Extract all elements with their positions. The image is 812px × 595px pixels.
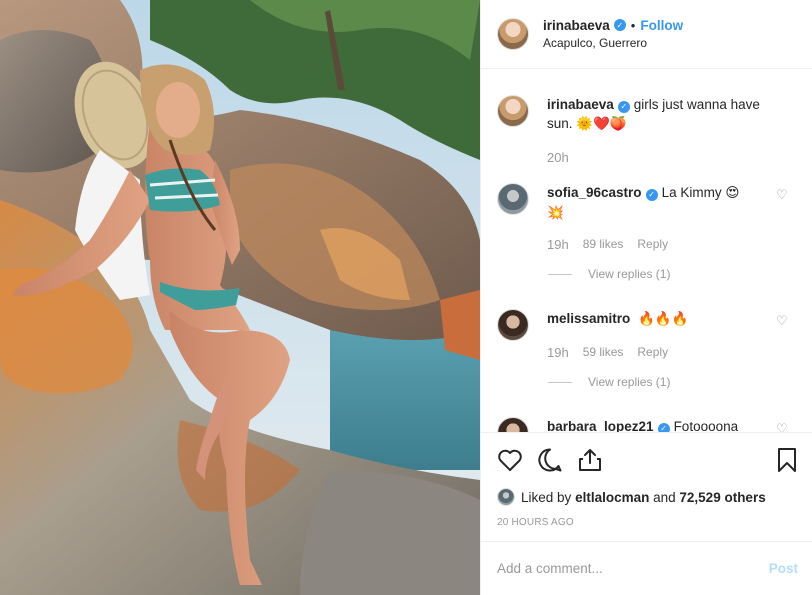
comment-likes[interactable]: 89 likes — [583, 235, 624, 254]
comment-username[interactable]: melissamitro — [547, 311, 630, 326]
liker-avatar[interactable] — [497, 488, 515, 506]
caption-avatar[interactable] — [497, 95, 529, 127]
view-replies-label: View replies (1) — [588, 267, 671, 281]
post-modal: irinabaeva ✓ • Follow Acapulco, Guerrero… — [0, 0, 812, 595]
caption-time[interactable]: 20h — [547, 148, 569, 167]
separator-dot: • — [630, 17, 636, 33]
comment-time[interactable]: 19h — [547, 343, 569, 362]
save-button[interactable] — [774, 447, 800, 473]
like-comment-heart-icon[interactable]: ♡ — [776, 422, 788, 432]
caption: irinabaeva ✓ girls just wanna have sun. 🌞❤… — [497, 95, 796, 167]
comment-item: barbara_lopez21 ✓ Fotoooona ♡ — [497, 417, 796, 432]
comment-emojis: 😍 — [725, 185, 740, 201]
heart-icon — [498, 449, 522, 471]
beach-photo-illustration — [0, 0, 480, 595]
replies-divider-line — [548, 273, 572, 275]
post-side-panel: irinabaeva ✓ • Follow Acapulco, Guerrero… — [480, 0, 812, 595]
comment-likes[interactable]: 59 likes — [583, 343, 624, 362]
post-header: irinabaeva ✓ • Follow Acapulco, Guerrero — [481, 0, 812, 69]
reply-button[interactable]: Reply — [637, 235, 668, 254]
commenter-avatar[interactable] — [497, 183, 529, 215]
bookmark-icon — [778, 447, 796, 472]
like-button[interactable] — [497, 447, 523, 473]
author-username[interactable]: irinabaeva — [543, 17, 610, 34]
post-photo[interactable] — [0, 0, 480, 595]
post-comment-button[interactable]: Post — [769, 561, 798, 576]
likes-and: and — [653, 489, 676, 505]
comment-time[interactable]: 19h — [547, 235, 569, 254]
add-comment-bar: Post — [481, 541, 812, 595]
comment-emojis-line2: 💥 — [547, 205, 564, 221]
verified-badge-icon: ✓ — [645, 188, 658, 201]
likes-summary: Liked by eltlalocman and 72,529 others — [481, 486, 812, 508]
view-replies-label: View replies (1) — [588, 375, 671, 389]
comment-item: sofia_96castro ✓ La Kimmy 😍 💥 19h 89 likes… — [497, 183, 796, 254]
location-link[interactable]: Acapulco, Guerrero — [543, 35, 683, 52]
share-upload-icon — [579, 448, 601, 471]
follow-button[interactable]: Follow — [640, 17, 683, 34]
comment-text: La Kimmy — [661, 185, 722, 200]
caption-username[interactable]: irinabaeva — [547, 97, 614, 112]
like-comment-heart-icon[interactable]: ♡ — [776, 188, 788, 201]
liker-username[interactable]: eltlalocman — [575, 490, 649, 505]
liked-by-prefix: Liked by — [521, 489, 572, 505]
comment-bubble-icon — [538, 447, 562, 471]
comments-list[interactable]: irinabaeva ✓ girls just wanna have sun. 🌞❤… — [481, 69, 812, 432]
verified-badge-icon: ✓ — [657, 422, 670, 432]
comment-username[interactable]: barbara_lopez21 — [547, 419, 654, 432]
replies-divider-line — [548, 381, 572, 383]
view-replies-button[interactable]: View replies (1) — [548, 267, 670, 281]
verified-badge-icon: ✓ — [617, 100, 630, 113]
comment-input[interactable] — [497, 561, 769, 576]
commenter-avatar[interactable] — [497, 417, 529, 432]
action-bar — [481, 432, 812, 486]
view-replies-button[interactable]: View replies (1) — [548, 375, 670, 389]
likes-count[interactable]: 72,529 others — [679, 490, 765, 505]
comment-button[interactable] — [537, 447, 563, 473]
caption-emojis: 🌞❤️🍑 — [576, 116, 627, 132]
share-button[interactable] — [577, 447, 603, 473]
commenter-avatar[interactable] — [497, 309, 529, 341]
verified-badge-icon: ✓ — [613, 19, 626, 31]
comment-emojis: 🔥🔥🔥 — [638, 311, 689, 327]
post-timestamp[interactable]: 20 HOURS AGO — [481, 508, 812, 536]
comment-item: melissamitro 🔥🔥🔥 19h 59 likes Reply ♡ — [497, 309, 796, 362]
comment-username[interactable]: sofia_96castro — [547, 185, 642, 200]
reply-button[interactable]: Reply — [637, 343, 668, 362]
author-avatar[interactable] — [497, 18, 529, 50]
comment-text: Fotoooona — [673, 419, 739, 432]
like-comment-heart-icon[interactable]: ♡ — [776, 314, 788, 327]
